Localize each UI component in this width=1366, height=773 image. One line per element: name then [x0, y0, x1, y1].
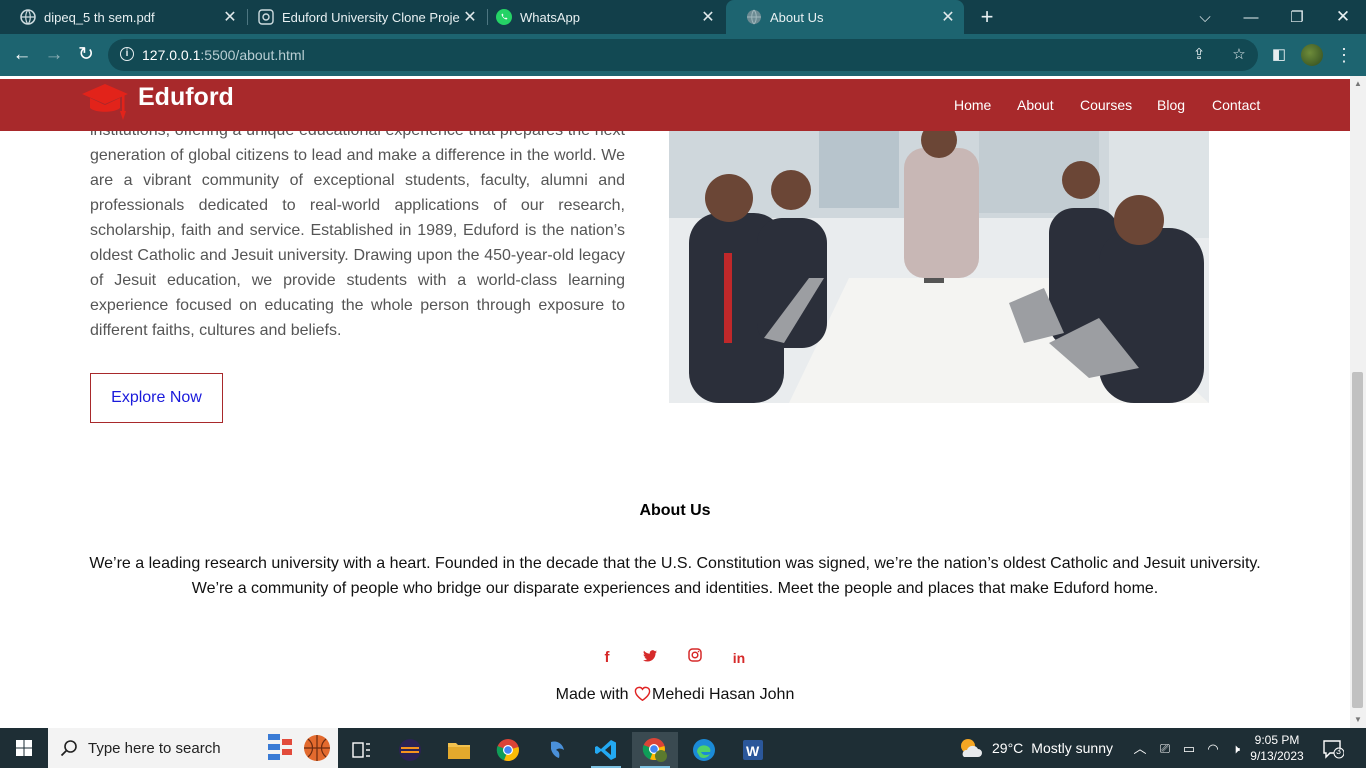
profile-avatar[interactable] [1301, 44, 1323, 66]
twitter-icon[interactable] [640, 648, 660, 668]
tab-title: About Us [770, 9, 824, 25]
weather-widget[interactable]: 29°C Mostly sunny [958, 728, 1113, 768]
wifi-icon[interactable]: ◠ [1204, 740, 1222, 758]
tab-title: Eduford University Clone Project [282, 9, 460, 25]
search-placeholder: Type here to search [88, 740, 221, 757]
tab-close-icon[interactable]: ✕ [220, 7, 240, 27]
weather-temperature: 29°C [992, 740, 1024, 756]
meet-now-icon[interactable]: ⎚ [1156, 740, 1174, 758]
system-clock[interactable]: 9:05 PM 9/13/2023 [1244, 732, 1310, 764]
chrome-icon[interactable] [485, 732, 531, 768]
notification-count: 3 [1336, 746, 1342, 756]
address-bar[interactable]: i 127.0.0.1:5500/about.html ⇪ ☆ [108, 39, 1258, 71]
close-window-icon[interactable]: ✕ [1320, 0, 1366, 34]
scroll-up-arrow-icon[interactable]: ▲ [1350, 78, 1366, 90]
whatsapp-icon [496, 9, 512, 25]
facebook-icon[interactable]: f [597, 648, 617, 668]
brand-logo-text[interactable]: Eduford [138, 83, 234, 112]
tab-title: dipeq_5 th sem.pdf [44, 9, 155, 25]
vscode-icon[interactable] [583, 732, 629, 768]
made-with-label: Made with [555, 686, 629, 703]
clock-time: 9:05 PM [1254, 733, 1300, 747]
tab-about-us[interactable]: About Us ✕ [726, 0, 964, 34]
edge-icon[interactable] [681, 732, 727, 768]
svg-text:W: W [746, 743, 760, 759]
tab-close-icon[interactable]: ✕ [938, 7, 958, 27]
author-name: Mehedi Hasan John [652, 686, 795, 703]
menu-kebab-icon[interactable]: ⋮ [1335, 42, 1353, 68]
chrome-profile-icon[interactable] [632, 732, 678, 768]
task-view-icon[interactable] [338, 732, 384, 768]
page-viewport: institutions, offering a unique educatio… [0, 76, 1350, 728]
dbeaver-icon[interactable] [534, 732, 580, 768]
forward-icon[interactable]: → [41, 42, 67, 68]
volume-muted-icon[interactable]: 🕨 [1227, 740, 1245, 758]
nav-home[interactable]: Home [954, 97, 991, 113]
about-us-heading: About Us [639, 502, 711, 519]
search-highlight-icon [268, 734, 330, 761]
linkedin-icon[interactable]: in [729, 648, 749, 668]
site-info-icon[interactable]: i [120, 47, 134, 61]
intro-paragraph: institutions, offering a unique educatio… [90, 122, 625, 339]
page-scrollbar[interactable]: ▲ ▼ [1350, 76, 1366, 728]
browser-tab-strip: dipeq_5 th sem.pdf ✕ Eduford University … [0, 0, 1366, 34]
tab-eduford-project[interactable]: Eduford University Clone Project ✕ [238, 0, 486, 34]
windows-start-icon[interactable] [0, 728, 48, 768]
word-icon[interactable]: W [730, 732, 776, 768]
tab-whatsapp[interactable]: WhatsApp ✕ [476, 0, 724, 34]
nav-blog[interactable]: Blog [1157, 97, 1185, 113]
graduation-cap-icon[interactable] [80, 82, 130, 122]
scrollbar-thumb[interactable] [1352, 372, 1363, 708]
reload-icon[interactable]: ↻ [73, 42, 99, 68]
scroll-down-arrow-icon[interactable]: ▼ [1350, 714, 1366, 726]
chevron-up-icon[interactable]: ︿ [1131, 740, 1149, 758]
weather-description: Mostly sunny [1031, 740, 1113, 756]
bookmark-star-icon[interactable]: ☆ [1228, 45, 1250, 65]
taskbar-search-box[interactable]: Type here to search [48, 728, 338, 768]
footer-credit: Made with Mehedi Hasan John [0, 686, 1350, 706]
new-tab-icon[interactable]: + [975, 4, 999, 30]
about-us-paragraph: We’re a leading research university with… [89, 555, 1261, 597]
side-panel-icon[interactable]: ◧ [1268, 44, 1290, 66]
tab-pdf[interactable]: dipeq_5 th sem.pdf ✕ [0, 0, 246, 34]
nav-courses[interactable]: Courses [1080, 97, 1132, 113]
browser-toolbar: ← → ↻ i 127.0.0.1:5500/about.html ⇪ ☆ ◧ … [0, 34, 1366, 76]
openai-icon [258, 9, 274, 25]
tab-search-chevron-icon[interactable]: ⌵ [1182, 0, 1228, 34]
tab-close-icon[interactable]: ✕ [698, 7, 718, 27]
heart-icon [634, 686, 651, 706]
tab-title: WhatsApp [520, 9, 580, 25]
team-meeting-photo [669, 128, 1209, 403]
site-header: Eduford Home About Courses Blog Contact [0, 79, 1350, 131]
globe-icon [746, 9, 762, 25]
restore-icon[interactable]: ❐ [1274, 0, 1320, 34]
nav-contact[interactable]: Contact [1212, 97, 1260, 113]
file-explorer-icon[interactable] [436, 732, 482, 768]
battery-icon[interactable]: ▭ [1180, 740, 1198, 758]
search-icon [60, 740, 77, 757]
sun-cloud-icon [961, 739, 982, 757]
windows-taskbar: Type here to search W 29°C Mostly sunny [0, 728, 1366, 768]
share-icon[interactable]: ⇪ [1188, 45, 1210, 65]
globe-icon [20, 9, 36, 25]
back-icon[interactable]: ← [9, 42, 35, 68]
eclipse-icon[interactable] [387, 732, 433, 768]
instagram-icon[interactable] [685, 648, 705, 668]
minimize-icon[interactable]: — [1228, 0, 1274, 34]
social-links: f in [0, 648, 1350, 668]
clock-date: 9/13/2023 [1250, 749, 1304, 763]
nav-about[interactable]: About [1017, 97, 1054, 113]
explore-now-button[interactable]: Explore Now [90, 373, 223, 423]
notification-icon[interactable]: 3 [1322, 739, 1345, 759]
url-text: 127.0.0.1:5500/about.html [142, 47, 305, 63]
